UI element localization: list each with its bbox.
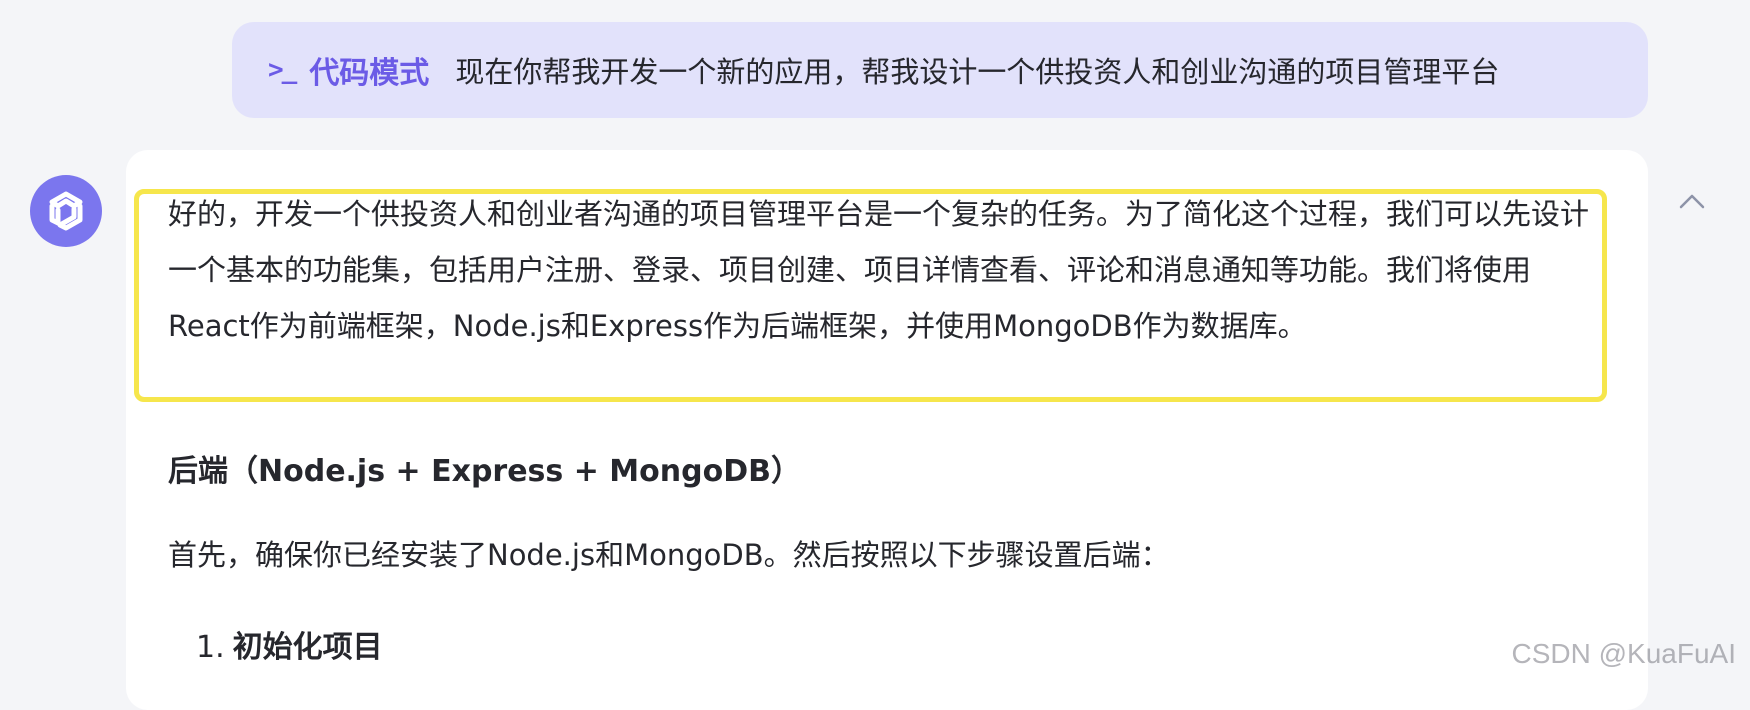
user-message-text: 现在你帮我开发一个新的应用，帮我设计一个供投资人和创业沟通的项目管理平台 — [455, 55, 1500, 89]
assistant-logo-icon — [49, 191, 83, 231]
section-heading-backend: 后端（Node.js + Express + MongoDB） — [168, 454, 801, 489]
terminal-prompt-icon: >_ — [268, 55, 297, 85]
list-item: 1. 初始化项目 — [196, 622, 383, 666]
collapse-button[interactable] — [1672, 186, 1712, 216]
assistant-avatar — [30, 175, 102, 247]
user-message-bubble: >_ 代码模式 现在你帮我开发一个新的应用，帮我设计一个供投资人和创业沟通的项目… — [232, 22, 1648, 118]
chevron-up-icon — [1679, 194, 1705, 209]
list-item-text: 初始化项目 — [232, 630, 383, 665]
watermark: CSDN @KuaFuAI — [1511, 638, 1737, 669]
code-mode-label[interactable]: 代码模式 — [309, 48, 429, 92]
assistant-intro-paragraph: 好的，开发一个供投资人和创业者沟通的项目管理平台是一个复杂的任务。为了简化这个过… — [168, 197, 1590, 343]
list-item-number: 1. — [196, 630, 225, 665]
setup-intro-paragraph: 首先，确保你已经安装了Node.js和MongoDB。然后按照以下步骤设置后端： — [168, 538, 1170, 572]
